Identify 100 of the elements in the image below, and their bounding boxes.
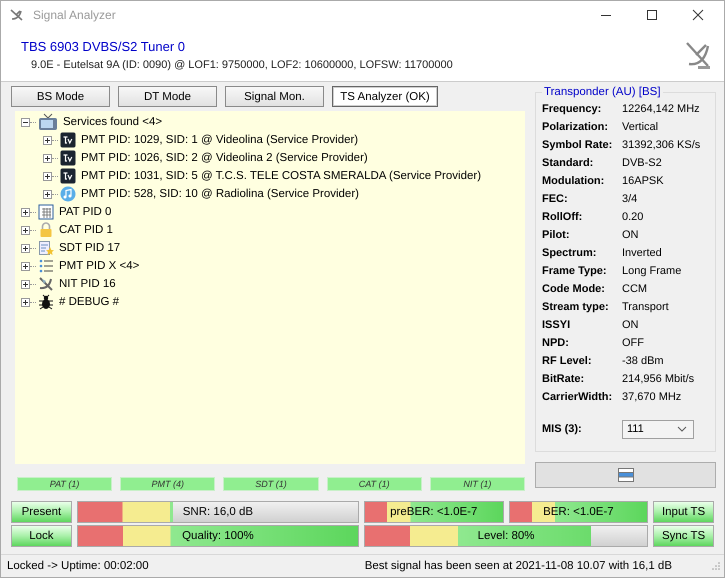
field-label: Polarization:: [542, 121, 610, 133]
bug-icon: [38, 294, 54, 310]
mode-tab[interactable]: BS Mode: [11, 86, 110, 107]
expander-icon[interactable]: [21, 262, 30, 270]
field-value: ON: [622, 229, 638, 241]
expander-icon[interactable]: [21, 298, 30, 306]
table-count-tag: PMT (4): [120, 477, 216, 491]
expander-icon[interactable]: [43, 154, 52, 162]
field-value: Long Frame: [622, 265, 682, 277]
tree-item[interactable]: SDT PID 17: [59, 242, 120, 254]
close-icon[interactable]: [692, 9, 704, 21]
satellite-dish-icon: [684, 40, 712, 70]
field-label: Modulation:: [542, 175, 606, 187]
field-label: Pilot:: [542, 229, 570, 241]
field-value: -38 dBm: [622, 355, 664, 367]
tv-icon: [60, 150, 76, 166]
input-ts-indicator[interactable]: Input TS: [653, 501, 714, 523]
field-label: Stream type:: [542, 301, 610, 313]
tree-item[interactable]: PAT PID 0: [59, 206, 112, 218]
field-label: RF Level:: [542, 355, 593, 367]
mis-dropdown[interactable]: 111: [622, 420, 694, 438]
level-meter: Level: 80%: [364, 525, 648, 547]
list-icon: [618, 468, 634, 482]
list-view-button[interactable]: [535, 462, 716, 488]
field-label: Spectrum:: [542, 247, 598, 259]
tree-item[interactable]: NIT PID 16: [59, 278, 116, 290]
expander-icon[interactable]: [21, 226, 30, 234]
field-value: 31392,306 KS/s: [622, 139, 700, 151]
padlock-icon: [38, 222, 54, 238]
lock-indicator[interactable]: Lock: [11, 525, 72, 547]
present-indicator[interactable]: Present: [11, 501, 72, 523]
tree-item[interactable]: Services found <4>: [63, 116, 162, 128]
field-label: Standard:: [542, 157, 594, 169]
field-value: Transport: [622, 301, 669, 313]
snr-meter: SNR: 16,0 dB: [76, 501, 359, 523]
mode-tab[interactable]: TS Analyzer (OK): [332, 86, 438, 107]
field-value: 37,670 MHz: [622, 391, 682, 403]
field-label: BitRate:: [542, 373, 586, 385]
field-value: DVB-S2: [622, 157, 662, 169]
table-count-tag: CAT (1): [326, 477, 422, 491]
ber-meter: BER: <1.0E-7: [508, 501, 648, 523]
television-icon: [38, 113, 58, 131]
expander-icon[interactable]: [43, 136, 52, 144]
tuner-details: 9.0E - Eutelsat 9A (ID: 0090) @ LOF1: 9750000, LOF2: 10600000, LOFSW: 11700000: [30, 59, 454, 71]
field-value: CCM: [622, 283, 648, 295]
table-count-tag: SDT (1): [223, 477, 319, 491]
field-label: NPD:: [542, 337, 570, 349]
field-label: Code Mode:: [542, 283, 606, 295]
field-value: Inverted: [622, 247, 662, 259]
tree-item[interactable]: PMT PID X <4>: [59, 260, 140, 272]
field-value: 3/4: [622, 193, 638, 205]
field-label: CarrierWidth:: [542, 391, 614, 403]
expander-icon[interactable]: [21, 244, 30, 252]
field-value: 214,956 Mbit/s: [622, 373, 694, 385]
field-label: Symbol Rate:: [542, 139, 614, 151]
expander-icon[interactable]: [43, 172, 52, 180]
table-count-tag: NIT (1): [430, 477, 526, 491]
expander-icon[interactable]: [43, 190, 52, 198]
list-icon: [38, 258, 54, 274]
expander-icon[interactable]: [21, 118, 30, 126]
status-text: Best signal has been seen at 2021-11-08 10.07 with 16,1 dB: [364, 560, 672, 572]
group-title: Transponder (AU) [BS]: [543, 86, 662, 98]
tuner-name: TBS 6903 DVBS/S2 Tuner 0: [21, 39, 186, 54]
maximize-icon[interactable]: [646, 9, 658, 21]
field-label: MIS (3):: [542, 423, 583, 435]
expander-icon[interactable]: [21, 280, 30, 288]
document-star-icon: [38, 240, 54, 256]
field-label: Frame Type:: [542, 265, 608, 277]
tree-item[interactable]: PMT PID: 1031, SID: 5 @ T.C.S. TELE COSTA SMERALDA (Service Provider): [81, 170, 482, 182]
field-value: OFF: [622, 337, 644, 349]
tree-item[interactable]: # DEBUG #: [59, 296, 120, 308]
mode-tab[interactable]: Signal Mon.: [225, 86, 324, 107]
field-value: 12264,142 MHz: [622, 103, 700, 115]
table-icon: [38, 204, 54, 220]
sync-ts-indicator[interactable]: Sync TS: [653, 525, 714, 547]
resize-grip-icon[interactable]: [712, 562, 720, 570]
status-text: Locked -> Uptime: 00:02:00: [7, 560, 149, 572]
field-label: ISSYI: [542, 319, 572, 331]
quality-meter: Quality: 100%: [76, 525, 359, 547]
tree-item[interactable]: PMT PID: 1029, SID: 1 @ Videolina (Service Provider): [81, 134, 358, 146]
field-value: 16APSK: [622, 175, 664, 187]
window-title: Signal Analyzer: [33, 8, 117, 22]
pre-ber-meter: preBER: <1.0E-7: [364, 501, 504, 523]
tree-item[interactable]: PMT PID: 1026, SID: 2 @ Videolina 2 (Service Provider): [81, 152, 368, 164]
music-note-icon: [60, 186, 76, 202]
field-label: RollOff:: [542, 211, 584, 223]
field-value: ON: [622, 319, 638, 331]
mode-tab[interactable]: DT Mode: [118, 86, 217, 107]
tv-icon: [60, 132, 76, 148]
satellite-icon: [38, 276, 54, 292]
tree-item[interactable]: CAT PID 1: [59, 224, 113, 236]
chevron-down-icon: [677, 426, 687, 432]
tv-icon: [60, 168, 76, 184]
tree-item[interactable]: PMT PID: 528, SID: 10 @ Radiolina (Service Provider): [81, 188, 359, 200]
field-label: FEC:: [542, 193, 569, 205]
field-label: Frequency:: [542, 103, 602, 115]
field-value: 0.20: [622, 211, 644, 223]
satellite-dish-icon: [9, 7, 25, 23]
expander-icon[interactable]: [21, 208, 30, 216]
table-count-tag: PAT (1): [17, 477, 112, 491]
